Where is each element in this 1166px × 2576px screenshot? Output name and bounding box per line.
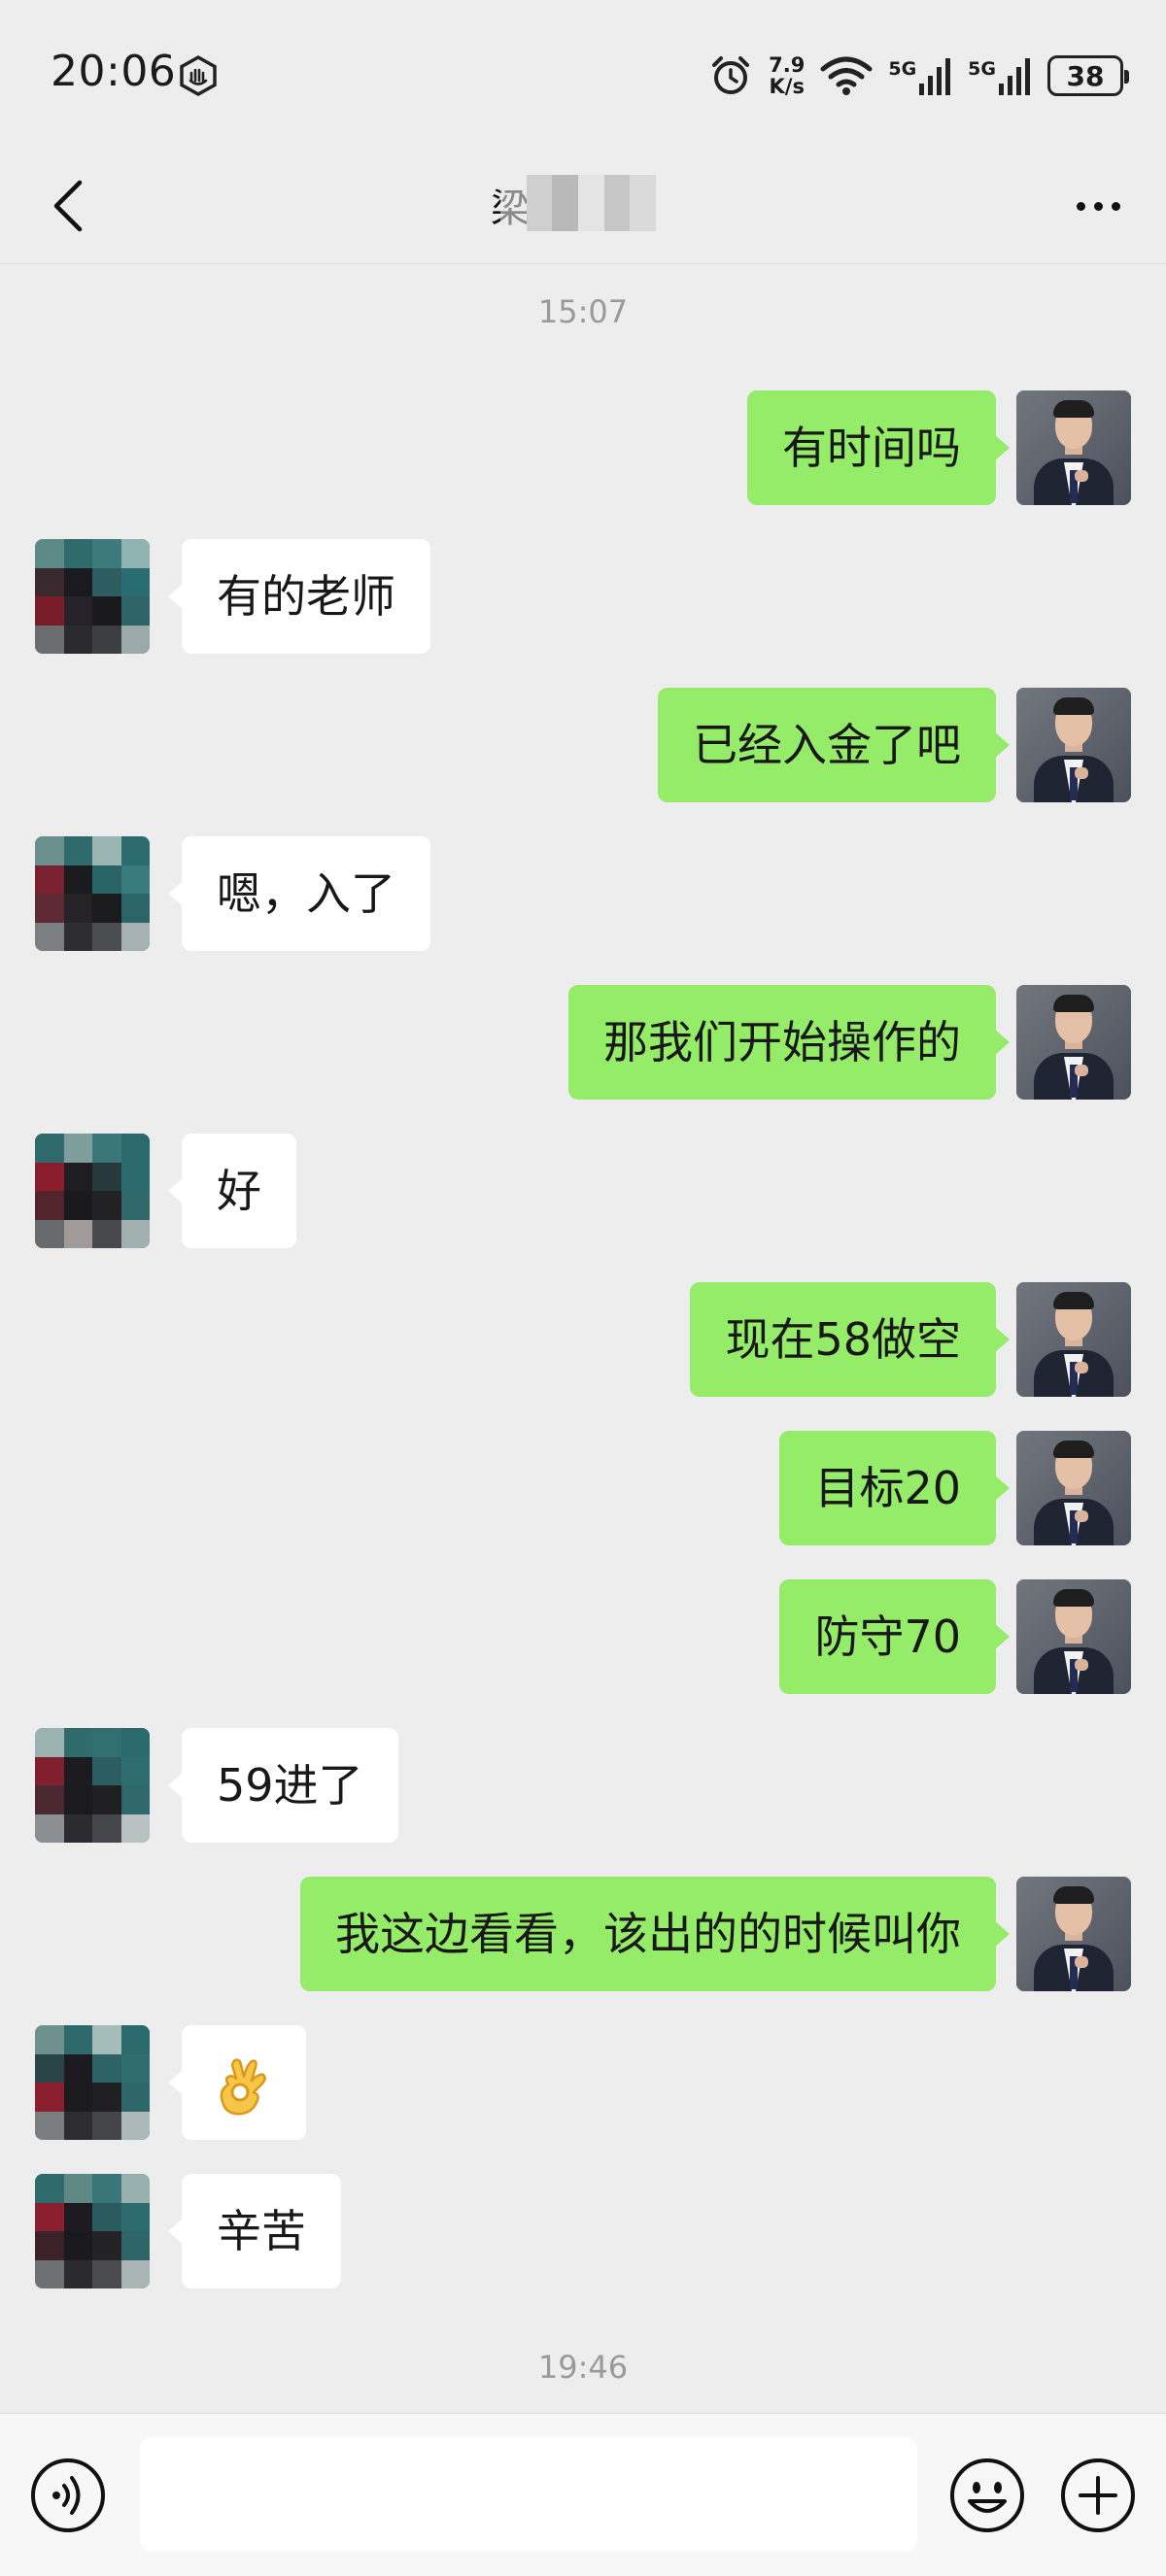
network-speed: 7.9 K/s xyxy=(769,54,805,97)
avatar-self[interactable] xyxy=(1016,1431,1131,1545)
signal-sim1: 5G xyxy=(888,56,952,95)
message-received: 有的老师 xyxy=(0,539,1166,656)
timestamp: 19:46 xyxy=(537,2349,629,2386)
message-bubble[interactable]: 我这边看看，该出的的时候叫你 xyxy=(300,1877,1010,1991)
message-received: 好 xyxy=(0,1134,1166,1250)
avatar-contact[interactable] xyxy=(35,2025,150,2140)
sim2-network-label: 5G xyxy=(968,58,996,80)
message-bubble[interactable]: 辛苦 xyxy=(168,2174,341,2288)
voice-icon[interactable] xyxy=(29,2457,107,2534)
more-dots-icon xyxy=(1076,201,1085,211)
timestamp: 15:07 xyxy=(537,293,629,330)
chevron-left-icon xyxy=(53,180,83,232)
message-sent: 那我们开始操作的 xyxy=(0,985,1166,1102)
status-indicators: 7.9 K/s 5G 5G 38 xyxy=(708,49,1129,103)
signal-sim2: 5G xyxy=(968,56,1032,95)
avatar-self[interactable] xyxy=(1016,390,1131,505)
message-bubble[interactable]: 那我们开始操作的 xyxy=(568,985,1010,1100)
message-bubble[interactable]: 防守70 xyxy=(779,1579,1010,1694)
avatar-contact[interactable] xyxy=(35,1134,150,1248)
status-bar: 20:06 7.9 K/s 5G 5G 38 xyxy=(0,0,1166,146)
message-bubble[interactable]: 目标20 xyxy=(779,1431,1010,1545)
ok-hand-icon xyxy=(220,2057,266,2115)
input-bar xyxy=(0,2413,1166,2576)
status-time: 20:06 xyxy=(51,47,177,96)
avatar-self[interactable] xyxy=(1016,1579,1131,1694)
signal-bars-icon xyxy=(999,58,1030,95)
avatar-self[interactable] xyxy=(1016,688,1131,802)
battery-indicator: 38 xyxy=(1047,55,1129,96)
avatar-contact[interactable] xyxy=(35,836,150,951)
more-options-button[interactable] xyxy=(1059,167,1137,245)
message-bubble[interactable] xyxy=(168,2025,306,2140)
message-bubble[interactable]: 嗯，入了 xyxy=(168,836,430,951)
message-bubble[interactable]: 已经入金了吧 xyxy=(658,688,1010,802)
message-bubble[interactable]: 有的老师 xyxy=(168,539,430,654)
sim1-network-label: 5G xyxy=(888,58,917,80)
avatar-contact[interactable] xyxy=(35,2174,150,2288)
message-received xyxy=(0,2025,1166,2142)
message-sent: 已经入金了吧 xyxy=(0,688,1166,804)
message-sent: 防守70 xyxy=(0,1579,1166,1696)
message-sent: 有时间吗 xyxy=(0,390,1166,507)
redacted-name-mosaic xyxy=(500,175,657,231)
message-received: 59进了 xyxy=(0,1728,1166,1845)
battery-level: 38 xyxy=(1066,59,1105,92)
network-speed-unit: K/s xyxy=(769,75,805,98)
chat-screen: 20:06 7.9 K/s 5G 5G 38 15:07 有时间吗 有的老师 已… xyxy=(0,0,1166,2576)
signal-bars-icon xyxy=(919,58,951,95)
message-input[interactable] xyxy=(140,2437,917,2552)
message-bubble[interactable]: 59进了 xyxy=(168,1728,398,1843)
chat-header: 梁 xyxy=(0,146,1166,264)
message-received: 嗯，入了 xyxy=(0,836,1166,953)
message-bubble[interactable]: 有时间吗 xyxy=(747,390,1010,505)
wifi-icon xyxy=(820,56,873,95)
chat-title: 梁 xyxy=(491,169,675,237)
avatar-self[interactable] xyxy=(1016,985,1131,1100)
avatar-contact[interactable] xyxy=(35,1728,150,1843)
plus-icon[interactable] xyxy=(1059,2457,1137,2534)
message-bubble[interactable]: 好 xyxy=(168,1134,296,1248)
message-sent: 目标20 xyxy=(0,1431,1166,1547)
message-sent: 我这边看看，该出的的时候叫你 xyxy=(0,1877,1166,1993)
shield-hex-icon xyxy=(180,54,217,97)
message-received: 辛苦 xyxy=(0,2174,1166,2290)
message-bubble[interactable]: 现在58做空 xyxy=(690,1282,1010,1397)
alarm-icon xyxy=(712,56,750,94)
avatar-contact[interactable] xyxy=(35,539,150,654)
avatar-self[interactable] xyxy=(1016,1282,1131,1397)
message-sent: 现在58做空 xyxy=(0,1282,1166,1399)
avatar-self[interactable] xyxy=(1016,1877,1131,1991)
back-button[interactable] xyxy=(29,167,107,245)
network-speed-value: 7.9 xyxy=(769,53,806,77)
smiley-icon[interactable] xyxy=(948,2457,1026,2534)
